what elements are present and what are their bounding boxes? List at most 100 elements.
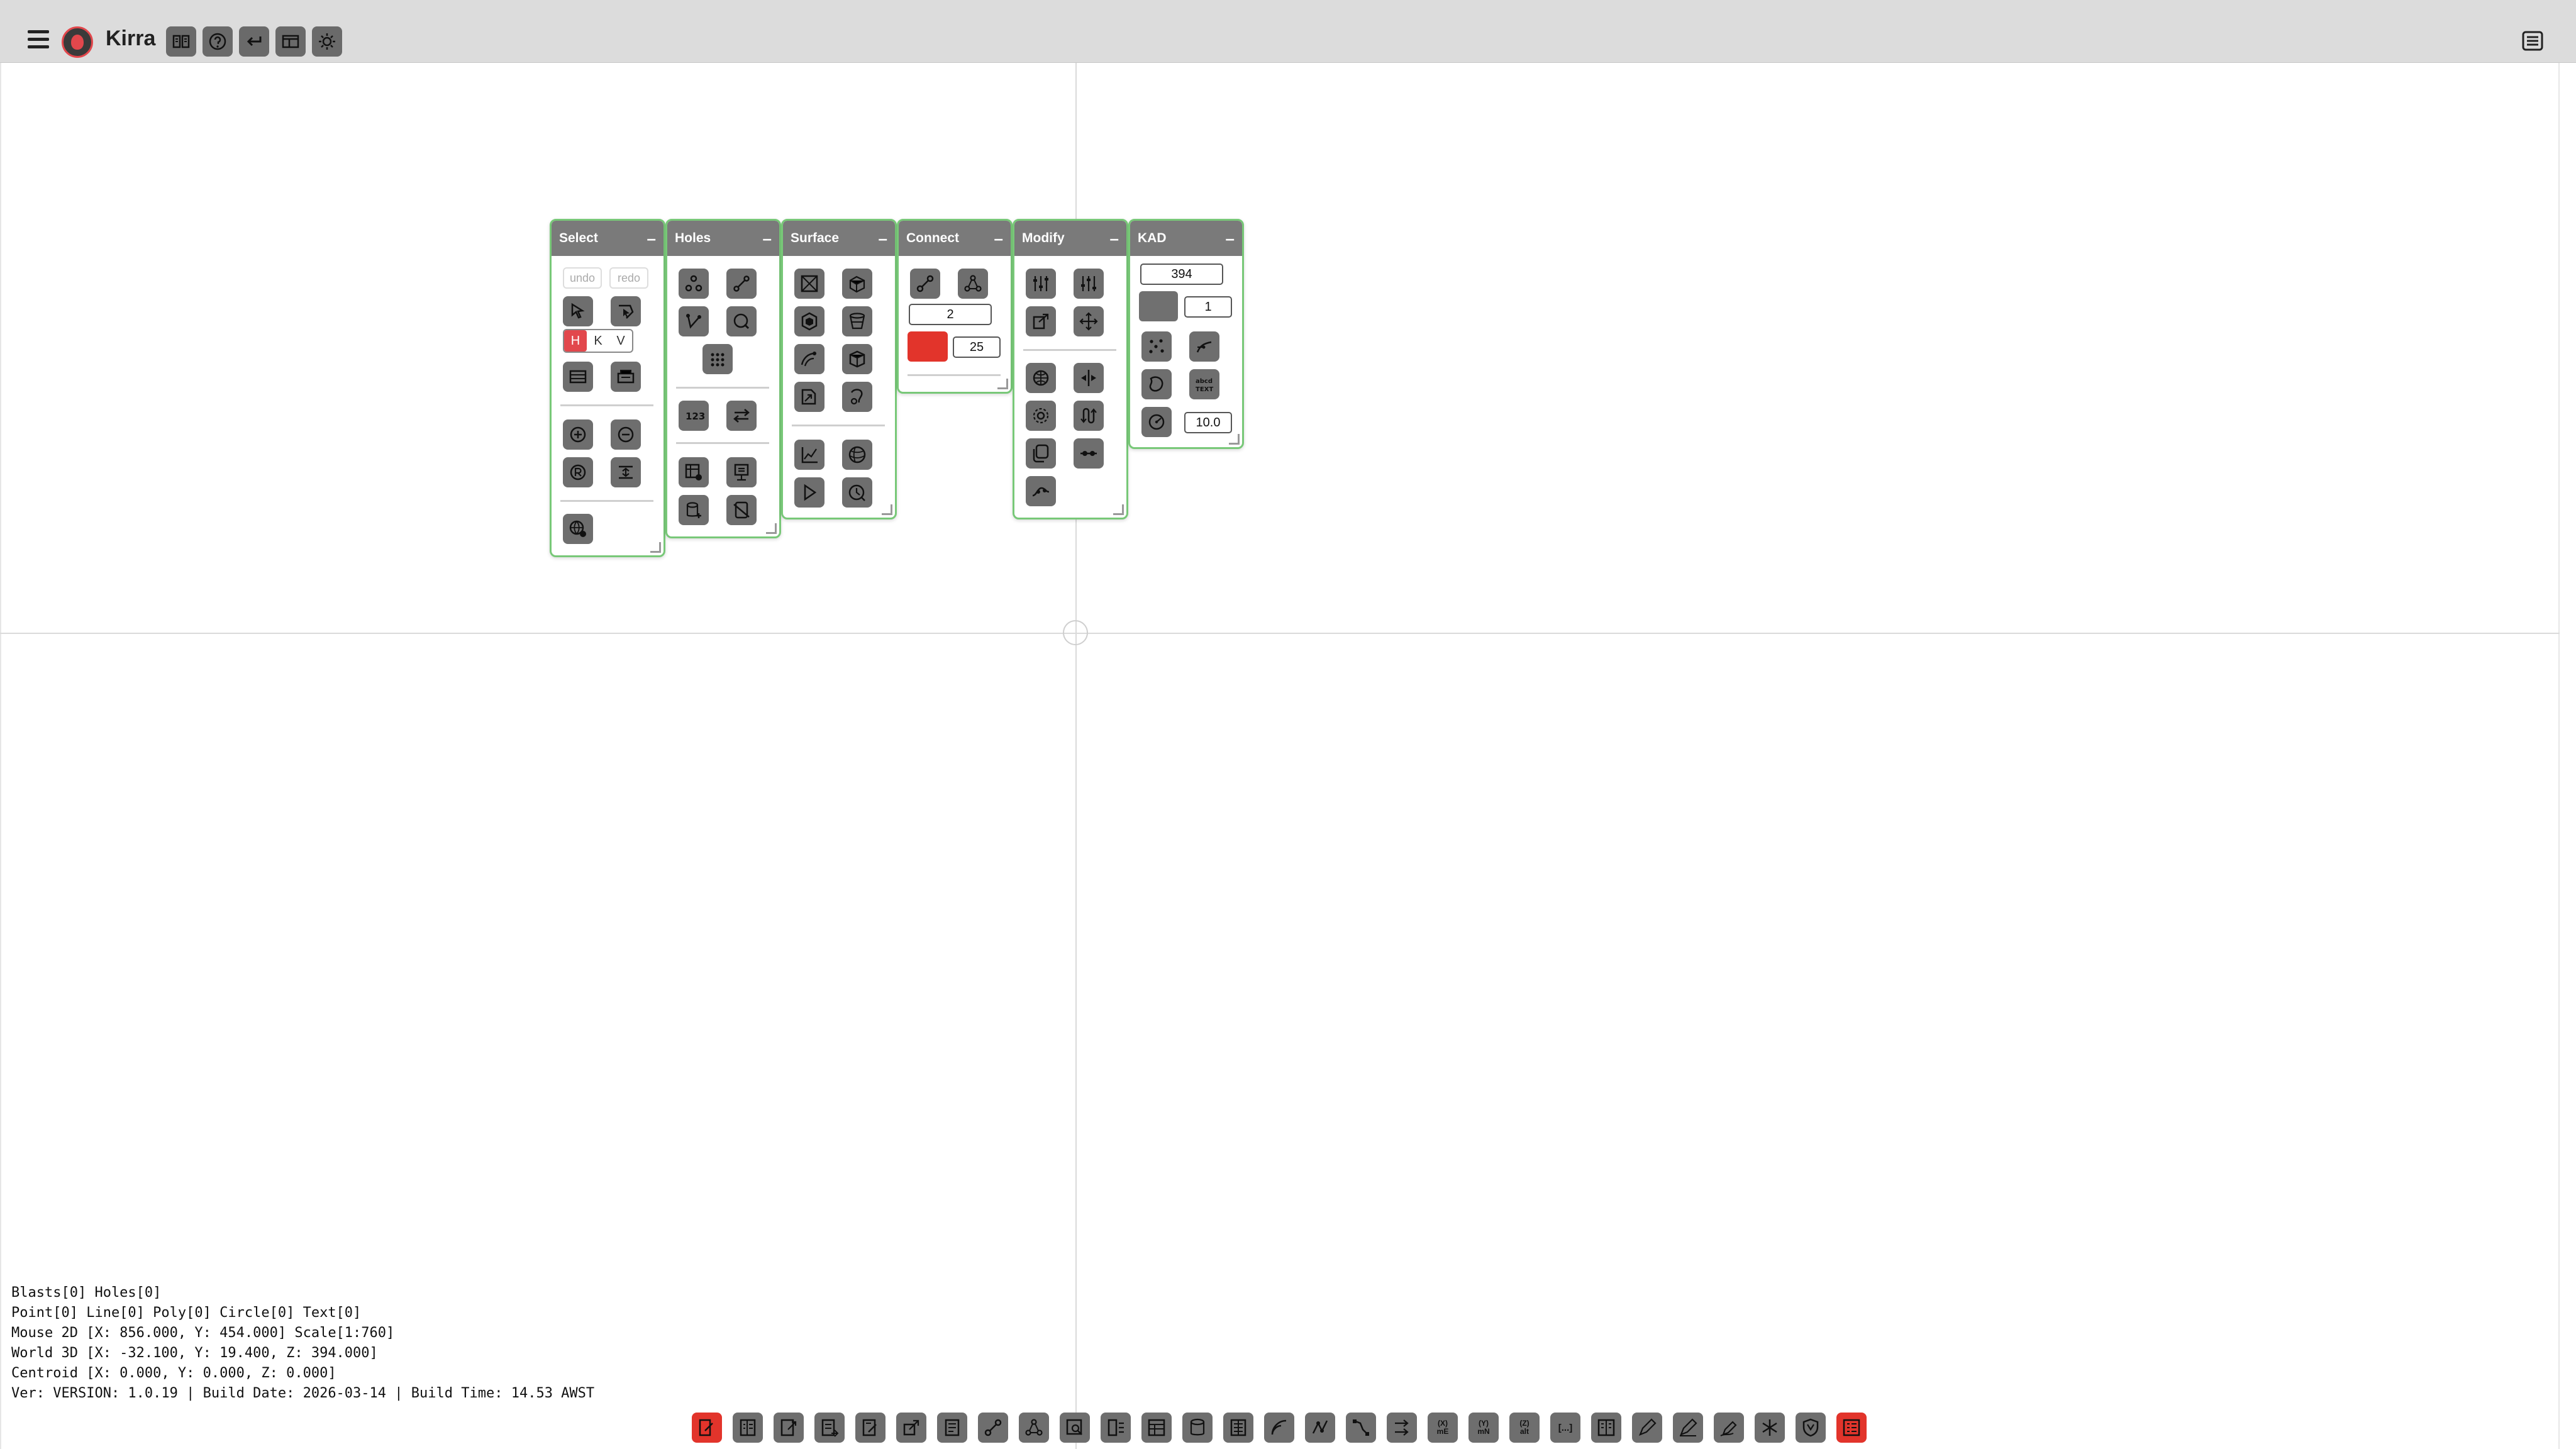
holes-in-polygon-icon[interactable]	[726, 306, 757, 336]
hamburger-menu-icon[interactable]	[28, 30, 49, 49]
connect-multi-icon[interactable]	[958, 269, 988, 299]
hole-edit-icon[interactable]	[726, 457, 757, 487]
grid-holes-icon[interactable]	[702, 344, 733, 374]
kad-panel-header[interactable]: KAD –	[1130, 221, 1242, 256]
connector-count-input[interactable]	[909, 304, 992, 325]
surface-box-icon[interactable]	[842, 344, 872, 374]
export-drawing-icon[interactable]	[774, 1413, 804, 1443]
globe-settings-icon[interactable]	[563, 514, 593, 544]
holes-panel-header[interactable]: Holes –	[667, 221, 779, 256]
connector-size-input[interactable]	[953, 336, 1001, 358]
kad-line-width-input[interactable]	[1184, 296, 1232, 318]
print-layout-icon[interactable]	[733, 1413, 763, 1443]
mirror-icon[interactable]	[1074, 363, 1104, 393]
zoom-out-icon[interactable]	[611, 419, 641, 450]
zoom-in-icon[interactable]	[563, 419, 593, 450]
kad-elevation-input[interactable]	[1140, 264, 1223, 285]
reverse-direction-icon[interactable]	[1074, 401, 1104, 431]
report-summary-icon[interactable]	[1836, 1413, 1867, 1443]
resize-handle[interactable]	[1113, 504, 1124, 515]
add-holes-pattern-icon[interactable]	[679, 269, 709, 299]
direction-arrows-icon[interactable]	[1387, 1413, 1417, 1443]
surface-panel-header[interactable]: Surface –	[783, 221, 895, 256]
connect-tool-icon[interactable]	[978, 1413, 1008, 1443]
fit-extents-icon[interactable]	[611, 457, 641, 487]
renumber-holes-icon[interactable]: 123	[679, 401, 709, 431]
book-icon[interactable]	[166, 26, 196, 57]
connect-panel-header[interactable]: Connect –	[899, 221, 1011, 256]
surface-profile-icon[interactable]	[794, 440, 824, 470]
edit-report-icon[interactable]	[692, 1413, 722, 1443]
asterisk-icon[interactable]	[1755, 1413, 1785, 1443]
hole-delete-icon[interactable]	[726, 495, 757, 525]
move-arrows-icon[interactable]	[1074, 306, 1104, 336]
coord-x-icon[interactable]: (X) mE	[1428, 1413, 1458, 1443]
join-line-icon[interactable]	[1074, 438, 1104, 469]
kad-text-icon[interactable]: abcd TEXT	[1189, 369, 1219, 399]
hole-list-icon[interactable]	[937, 1413, 967, 1443]
sun-icon[interactable]	[312, 26, 342, 57]
kad-polygon-icon[interactable]	[1141, 369, 1172, 399]
play-animation-icon[interactable]	[794, 477, 824, 508]
collapse-button[interactable]: –	[647, 230, 656, 247]
surface-extrude-icon[interactable]	[842, 306, 872, 336]
offset-icon[interactable]	[1026, 401, 1056, 431]
redo-button[interactable]: redo	[609, 267, 648, 289]
pen-drawing-icon[interactable]	[1632, 1413, 1662, 1443]
modify-panel-header[interactable]: Modify –	[1014, 221, 1126, 256]
copy-icon[interactable]	[1026, 438, 1056, 469]
brackets-icon[interactable]: [...]	[1550, 1413, 1580, 1443]
adjust-sliders-up-icon[interactable]	[1026, 269, 1056, 299]
help-icon[interactable]	[203, 26, 233, 57]
surface-solid-icon[interactable]	[842, 269, 872, 299]
layer-box-icon[interactable]	[563, 362, 593, 392]
toggle-k-button[interactable]: K	[587, 330, 609, 352]
collapse-button[interactable]: –	[763, 230, 772, 247]
select-polygon-icon[interactable]	[611, 296, 641, 326]
reset-view-icon[interactable]	[563, 457, 593, 487]
select-panel-header[interactable]: Select –	[552, 221, 663, 256]
kad-points-icon[interactable]	[1141, 331, 1172, 362]
connector-color-swatch[interactable]	[908, 331, 948, 362]
kad-line-icon[interactable]	[1189, 331, 1219, 362]
surface-sphere-icon[interactable]	[842, 440, 872, 470]
kad-circle-icon[interactable]	[1141, 407, 1172, 437]
undo-button[interactable]: undo	[563, 267, 602, 289]
magnify-layout-icon[interactable]	[1060, 1413, 1090, 1443]
adjust-sliders-down-icon[interactable]	[1074, 269, 1104, 299]
hole-cylinder-add-icon[interactable]	[679, 495, 709, 525]
surface-export-icon[interactable]	[794, 382, 824, 412]
collapse-button[interactable]: –	[879, 230, 887, 247]
collapse-button[interactable]: –	[1226, 230, 1235, 247]
network-icon[interactable]	[1019, 1413, 1049, 1443]
resize-handle[interactable]	[997, 379, 1008, 389]
route-path-icon[interactable]	[1346, 1413, 1376, 1443]
collapse-button[interactable]: –	[1110, 230, 1119, 247]
pen-line-icon[interactable]	[1673, 1413, 1703, 1443]
surface-triangulate-icon[interactable]	[794, 269, 824, 299]
surface-timer-icon[interactable]	[842, 477, 872, 508]
shield-icon[interactable]	[1796, 1413, 1826, 1443]
data-sheet-icon[interactable]	[1223, 1413, 1253, 1443]
table-report-icon[interactable]	[1141, 1413, 1172, 1443]
coord-z-icon[interactable]: (Z) alt	[1509, 1413, 1540, 1443]
layer-split-icon[interactable]	[1101, 1413, 1131, 1443]
connect-single-icon[interactable]	[910, 269, 940, 299]
select-pointer-icon[interactable]	[563, 296, 593, 326]
kad-radius-input[interactable]	[1184, 412, 1232, 433]
coord-y-icon[interactable]: (Y) mN	[1468, 1413, 1499, 1443]
pen-curve-icon[interactable]	[1714, 1413, 1744, 1443]
export-csv-icon[interactable]	[814, 1413, 845, 1443]
columns-report-icon[interactable]	[1591, 1413, 1621, 1443]
kad-color-swatch[interactable]	[1139, 291, 1178, 321]
collapse-button[interactable]: –	[994, 230, 1003, 247]
arc-path-icon[interactable]	[1264, 1413, 1294, 1443]
list-menu-icon[interactable]	[2521, 30, 2545, 52]
swap-direction-icon[interactable]	[726, 401, 757, 431]
export-pdf-icon[interactable]	[855, 1413, 886, 1443]
move-export-icon[interactable]	[1026, 306, 1056, 336]
resize-handle[interactable]	[882, 504, 892, 515]
resize-handle[interactable]	[1229, 434, 1240, 445]
layer-open-icon[interactable]	[611, 362, 641, 392]
holes-along-polyline-icon[interactable]	[679, 306, 709, 336]
